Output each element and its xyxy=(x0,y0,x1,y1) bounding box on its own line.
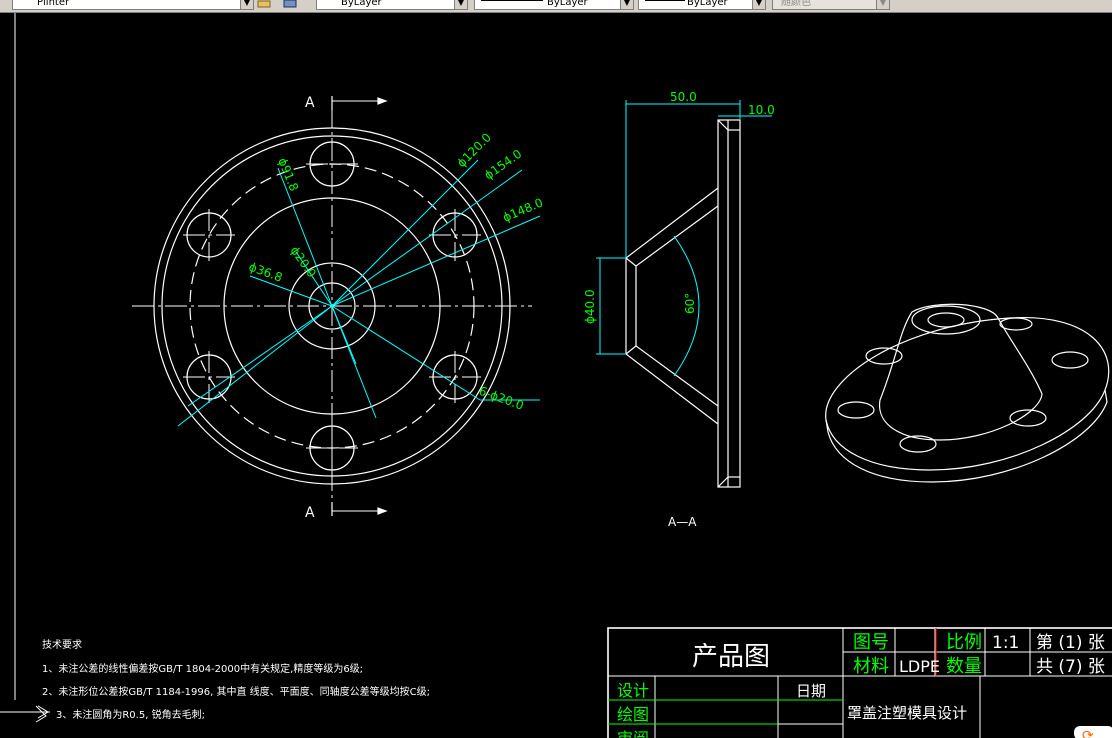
dim-d40: ϕ40.0 xyxy=(583,289,597,324)
layer-dropdown[interactable]: Plinter ▼ xyxy=(12,0,254,10)
design-label: 设计 xyxy=(617,681,649,700)
dim-thk10: 10.0 xyxy=(748,103,775,117)
drawn-label: 绘图 xyxy=(617,705,649,724)
dim-d154: ϕ154.0 xyxy=(482,147,525,183)
linetype-dropdown-value: ByLayer xyxy=(547,0,588,8)
section-dimensions xyxy=(596,100,772,377)
material-value: LDPE xyxy=(899,657,940,676)
scale-value: 1:1 xyxy=(992,633,1019,653)
properties-toolbar: Plinter ▼ ByLayer ▼ ByLayer ▼ ByLayer ▼ … xyxy=(0,0,1112,13)
notes-heading: 技术要求 xyxy=(42,638,82,651)
drawing-title: 产品图 xyxy=(692,642,770,672)
color-dropdown-value: ByLayer xyxy=(341,0,382,8)
lineweight-sample xyxy=(645,0,685,1)
isometric-view xyxy=(825,303,1110,483)
notification-icon: ⟳ xyxy=(1082,728,1094,738)
section-dimension-texts: 50.0 10.0 ϕ40.0 60° xyxy=(583,90,775,324)
section-label: A—A xyxy=(668,515,697,529)
dim-angle: 60° xyxy=(683,293,697,314)
quantity-label: 数量 xyxy=(946,656,982,677)
review-label: 审阅 xyxy=(617,729,649,738)
layer-dropdown-value: Plinter xyxy=(37,0,70,8)
drawing-canvas[interactable]: A A ϕ120.0 ϕ154.0 ϕ148.0 ϕ91.8 ϕ20.0 ϕ36… xyxy=(0,13,1112,738)
scale-label: 比例 xyxy=(946,632,982,653)
dim-holes: 6-ϕ20.0 xyxy=(477,384,526,413)
plotstyle-dropdown[interactable]: 随颜色 ▼ xyxy=(772,0,890,10)
lineweight-dropdown-value: ByLayer xyxy=(687,0,728,8)
chevron-down-icon[interactable]: ▼ xyxy=(876,0,889,9)
note-line-2: 2、未注形位公差按GB/T 1184-1996, 其中直 线度、平面度、同轴度公… xyxy=(42,685,430,698)
drawing-no-label: 图号 xyxy=(853,632,889,653)
lineweight-dropdown[interactable]: ByLayer ▼ xyxy=(638,0,766,10)
section-marker-top: A xyxy=(305,95,315,111)
total-sheets: 共 (7) 张 xyxy=(1036,657,1105,677)
date-label: 日期 xyxy=(796,682,826,700)
front-dimension-texts: ϕ120.0 ϕ154.0 ϕ148.0 ϕ91.8 ϕ20.0 ϕ36.8 6… xyxy=(247,130,545,412)
linetype-sample xyxy=(481,0,543,1)
plotstyle-dropdown-value: 随颜色 xyxy=(781,0,811,8)
chevron-down-icon[interactable]: ▼ xyxy=(620,0,633,9)
ucs-icon xyxy=(0,705,50,723)
dim-len50: 50.0 xyxy=(670,90,697,104)
sheet-number: 第 (1) 张 xyxy=(1036,633,1105,653)
technical-notes: 技术要求 1、未注公差的线性偏差按GB/T 1804-2000中有关规定,精度等… xyxy=(42,638,430,721)
chevron-down-icon[interactable]: ▼ xyxy=(240,0,253,9)
dim-d36-8: ϕ36.8 xyxy=(247,260,284,285)
dim-d148: ϕ148.0 xyxy=(501,195,545,224)
title-block-text: 产品图 图号 比例 1:1 第 (1) 张 材料 LDPE 数量 共 (7) 张… xyxy=(617,632,1105,738)
linetype-dropdown[interactable]: ByLayer ▼ xyxy=(474,0,634,10)
project-name: 罩盖注塑模具设计 xyxy=(847,704,967,722)
color-dropdown[interactable]: ByLayer ▼ xyxy=(316,0,468,10)
note-line-1: 1、未注公差的线性偏差按GB/T 1804-2000中有关规定,精度等级为6级; xyxy=(42,662,363,675)
section-marker-bottom: A xyxy=(305,505,315,521)
layer-state-icon[interactable] xyxy=(257,0,271,9)
note-line-3: 3、未注圆角为R0.5, 锐角去毛刺; xyxy=(56,708,205,721)
chevron-down-icon[interactable]: ▼ xyxy=(752,0,765,9)
layer-manager-icon[interactable] xyxy=(283,0,297,9)
chevron-down-icon[interactable]: ▼ xyxy=(454,0,467,9)
material-label: 材料 xyxy=(853,656,889,677)
